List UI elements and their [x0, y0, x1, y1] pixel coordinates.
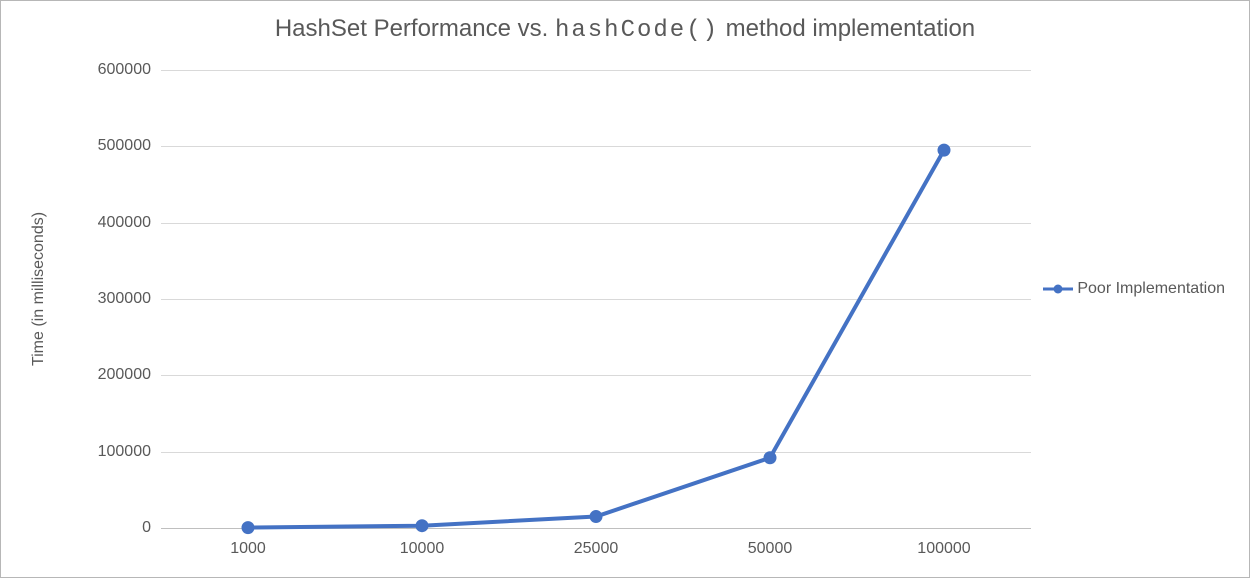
y-tick-label: 500000 [98, 137, 151, 155]
chart-title: HashSet Performance vs. hashCode() metho… [1, 15, 1249, 44]
x-tick-label: 50000 [748, 540, 793, 558]
x-tick-label: 100000 [917, 540, 970, 558]
y-tick-label: 200000 [98, 366, 151, 384]
data-point [764, 452, 776, 464]
legend: Poor Implementation [1043, 280, 1225, 298]
plot-area: 0100000200000300000400000500000600000100… [161, 70, 1031, 528]
x-tick-label: 25000 [574, 540, 619, 558]
data-point [242, 522, 254, 534]
y-axis-label: Time (in milliseconds) [30, 212, 48, 366]
series-line [248, 150, 944, 527]
series-layer [161, 70, 1031, 528]
data-point [590, 511, 602, 523]
data-point [938, 144, 950, 156]
y-tick-label: 0 [142, 519, 151, 537]
chart-container: HashSet Performance vs. hashCode() metho… [0, 0, 1250, 578]
title-part-code: hashCode() [555, 17, 719, 44]
y-tick-label: 600000 [98, 61, 151, 79]
x-tick-label: 10000 [400, 540, 445, 558]
legend-marker-icon [1043, 283, 1073, 295]
x-tick-label: 1000 [230, 540, 266, 558]
title-part-1: HashSet Performance vs. [275, 15, 555, 42]
y-tick-label: 100000 [98, 443, 151, 461]
legend-series-label: Poor Implementation [1077, 280, 1225, 298]
y-tick-label: 300000 [98, 290, 151, 308]
y-tick-label: 400000 [98, 214, 151, 232]
data-point [416, 520, 428, 532]
title-part-3: method implementation [719, 15, 975, 42]
